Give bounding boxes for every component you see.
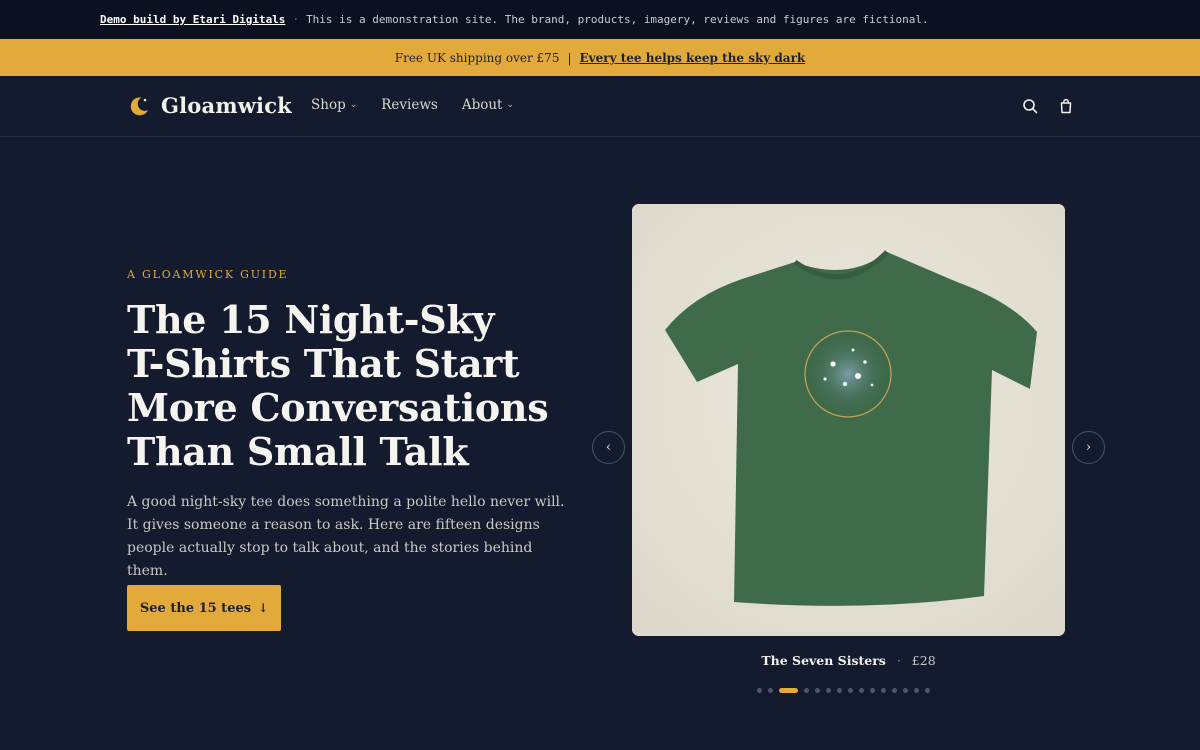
carousel-dot-active[interactable] [779, 688, 798, 693]
product-caption: The Seven Sisters · £28 [632, 653, 1065, 668]
product-name[interactable]: The Seven Sisters [761, 653, 886, 668]
dark-sky-link[interactable]: Every tee helps keep the sky dark [580, 51, 806, 65]
see-tees-button[interactable]: See the 15 tees ↓ [127, 585, 281, 631]
carousel-dot[interactable] [892, 688, 897, 693]
carousel-prev-button[interactable]: ‹ [592, 431, 625, 464]
nav-item-label: Reviews [381, 97, 438, 113]
headline-line: Than Small Talk [127, 429, 469, 474]
carousel-dot[interactable] [757, 688, 762, 693]
carousel-dot[interactable] [768, 688, 773, 693]
carousel-dot[interactable] [870, 688, 875, 693]
chevron-right-icon: › [1085, 440, 1092, 455]
carousel-dot[interactable] [815, 688, 820, 693]
cta-label: See the 15 tees [139, 600, 252, 616]
shipping-separator: | [567, 50, 572, 65]
brand-name: Gloamwick [161, 93, 292, 118]
carousel-dot[interactable] [859, 688, 864, 693]
carousel-next-button[interactable]: › [1072, 431, 1105, 464]
arrow-down-icon: ↓ [258, 601, 269, 615]
green-tshirt-illustration [632, 204, 1065, 636]
nav-item-label: Shop [311, 97, 346, 113]
shipping-text: Free UK shipping over £75 [394, 50, 560, 65]
headline-line: T-Shirts That Start [127, 341, 520, 386]
demo-credit-link[interactable]: Demo build by Etari Digitals [100, 13, 285, 26]
main-navigation: Gloamwick Shop ⌄ Reviews About ⌄ [0, 76, 1200, 137]
shopping-bag-icon[interactable] [1058, 98, 1074, 114]
chevron-down-icon: ⌄ [506, 100, 515, 110]
demo-notice-bar: Demo build by Etari Digitals · This is a… [0, 0, 1200, 39]
product-price: £28 [911, 653, 936, 668]
brand-logo[interactable]: Gloamwick [128, 93, 292, 118]
search-icon[interactable] [1022, 98, 1038, 114]
hero-kicker: A GLOAMWICK GUIDE [127, 268, 289, 281]
headline-line: The 15 Night-Sky [127, 297, 495, 342]
chevron-down-icon: ⌄ [349, 100, 358, 110]
nav-icon-group [1022, 98, 1074, 114]
carousel-pagination [757, 688, 930, 693]
carousel-dot[interactable] [914, 688, 919, 693]
hero-headline: The 15 Night-Sky T-Shirts That Start Mor… [127, 298, 567, 474]
hero-content: A GLOAMWICK GUIDE The 15 Night-Sky T-Shi… [127, 268, 567, 631]
caption-separator: · [896, 653, 901, 668]
crescent-moon-icon [130, 96, 148, 115]
carousel-dot[interactable] [903, 688, 908, 693]
nav-item-about[interactable]: About ⌄ [462, 97, 514, 113]
nav-item-shop[interactable]: Shop ⌄ [311, 97, 357, 113]
nav-item-reviews[interactable]: Reviews [381, 97, 438, 113]
chevron-left-icon: ‹ [605, 440, 612, 455]
carousel-dot[interactable] [848, 688, 853, 693]
demo-separator: · [292, 13, 300, 26]
carousel-dot[interactable] [881, 688, 886, 693]
carousel-dot[interactable] [826, 688, 831, 693]
carousel-dot[interactable] [804, 688, 809, 693]
carousel-dot[interactable] [925, 688, 930, 693]
demo-notice-text: This is a demonstration site. The brand,… [306, 13, 929, 26]
product-image [632, 204, 1065, 636]
hero-lede: A good night-sky tee does something a po… [127, 494, 565, 579]
shipping-announcement-bar: Free UK shipping over £75 | Every tee he… [0, 39, 1200, 76]
nav-item-label: About [461, 97, 503, 113]
headline-line: More Conversations [127, 385, 549, 430]
nav-links: Shop ⌄ Reviews About ⌄ [311, 97, 514, 113]
carousel-dot[interactable] [837, 688, 842, 693]
